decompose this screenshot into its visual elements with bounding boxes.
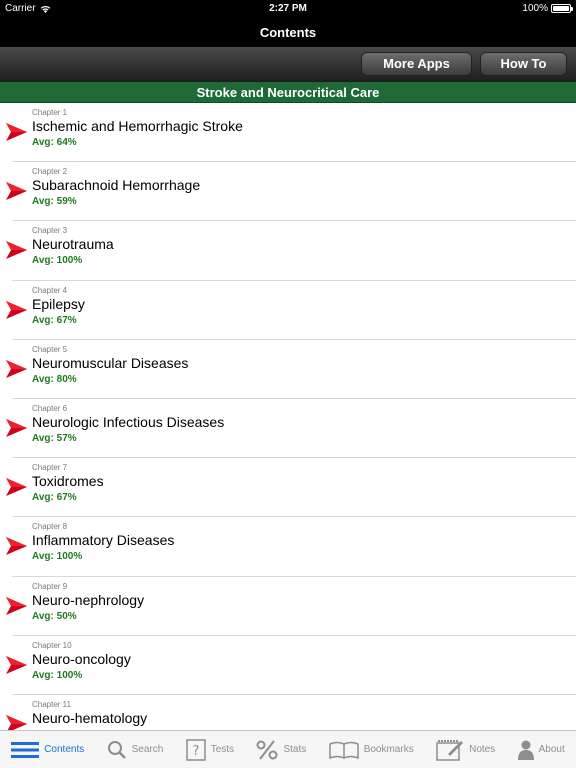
chapter-number: Chapter 2 <box>32 167 68 177</box>
chapter-average: Avg: 100% <box>32 255 83 267</box>
person-icon <box>517 740 534 760</box>
svg-text:?: ? <box>192 744 199 759</box>
chapter-row[interactable]: Chapter 6 Neurologic Infectious Diseases A… <box>6 399 576 459</box>
chevron-right-icon <box>6 655 27 674</box>
chapter-average: Avg: 50% <box>32 610 77 622</box>
tab-label: Notes <box>469 744 496 755</box>
battery-percent: 100% <box>522 3 548 14</box>
book-icon <box>328 741 359 759</box>
search-icon <box>107 740 127 760</box>
chapter-row[interactable]: Chapter 1 Ischemic and Hemorrhagic Stroke… <box>6 103 576 163</box>
chapter-average: Avg: 100% <box>32 669 83 681</box>
chapter-title: Ischemic and Hemorrhagic Stroke <box>32 118 243 134</box>
chapter-row[interactable]: Chapter 3 Neurotrauma Avg: 100% <box>6 221 576 281</box>
chapter-number: Chapter 7 <box>32 463 68 473</box>
tab-label: Search <box>131 744 164 755</box>
chapter-title: Neurologic Infectious Diseases <box>32 413 225 430</box>
battery-group: 100% <box>522 3 573 14</box>
chapter-average: Avg: 67% <box>32 492 77 504</box>
toolbar: More Apps How To <box>0 47 576 82</box>
navigation-bar: Contents <box>0 18 576 47</box>
chevron-right-icon <box>6 182 27 201</box>
how-to-button[interactable]: How To <box>480 52 567 76</box>
status-time: 2:27 PM <box>269 3 307 14</box>
chapter-number: Chapter 10 <box>32 640 72 650</box>
chapter-number: Chapter 6 <box>32 403 68 413</box>
chapter-title: Epilepsy <box>32 295 85 312</box>
chapter-title: Toxidromes <box>32 473 104 490</box>
notepad-icon <box>436 739 464 761</box>
chapter-average: Avg: 64% <box>32 137 77 148</box>
more-apps-button[interactable]: More Apps <box>361 52 472 76</box>
chevron-right-icon <box>6 123 27 141</box>
chapter-title: Neuro-nephrology <box>32 591 145 608</box>
chapter-row[interactable]: Chapter 9 Neuro-nephrology Avg: 50% <box>6 577 576 636</box>
tab-label: About <box>538 744 565 755</box>
tab-label: Tests <box>210 744 235 755</box>
chevron-right-icon <box>6 359 27 378</box>
chapter-number: Chapter 4 <box>32 285 68 295</box>
percent-icon <box>256 739 278 760</box>
battery-icon <box>551 4 573 13</box>
chevron-right-icon <box>6 241 27 260</box>
tab-bookmarks[interactable]: Bookmarks <box>328 731 414 768</box>
chevron-right-icon <box>6 537 27 556</box>
tab-tests[interactable]: ? Tests <box>185 731 235 768</box>
tab-contents[interactable]: Contents <box>11 731 84 768</box>
chapter-row[interactable]: Chapter 2 Subarachnoid Hemorrhage Avg: 59% <box>6 162 576 222</box>
chapter-row[interactable]: Chapter 7 Toxidromes Avg: 67% <box>6 458 576 518</box>
chapter-row[interactable]: Chapter 5 Neuromuscular Diseases Avg: 80% <box>6 340 576 399</box>
chapter-number: Chapter 9 <box>32 581 68 591</box>
chevron-right-icon <box>6 300 27 319</box>
tab-notes[interactable]: Notes <box>436 731 495 768</box>
chapter-number: Chapter 5 <box>32 344 68 354</box>
chapter-title: Neuro-hematology <box>32 709 148 726</box>
chapter-average: Avg: 80% <box>32 373 77 385</box>
tab-stats[interactable]: Stats <box>256 731 306 768</box>
page-title: Contents <box>259 25 317 40</box>
chevron-right-icon <box>6 418 27 437</box>
chapter-average: Avg: 100% <box>32 551 83 563</box>
chapter-row[interactable]: Chapter 8 Inflammatory Diseases Avg: 100% <box>6 517 576 577</box>
chapter-title: Subarachnoid Hemorrhage <box>32 177 201 194</box>
chapter-number: Chapter 8 <box>32 522 68 532</box>
tab-label: Bookmarks <box>363 744 414 755</box>
chapter-number: Chapter 3 <box>32 226 68 236</box>
chapter-row[interactable]: Chapter 11 Neuro-hematology <box>6 695 576 730</box>
chapter-row[interactable]: Chapter 10 Neuro-oncology Avg: 100% <box>6 636 576 695</box>
section-header: Stroke and Neurocritical Care <box>0 82 576 103</box>
question-icon: ? <box>185 738 206 761</box>
tab-label: Contents <box>44 744 85 755</box>
chapter-average: Avg: 57% <box>32 432 77 444</box>
chevron-right-icon <box>6 478 27 497</box>
chapter-title: Neuro-oncology <box>32 650 131 667</box>
chapter-average: Avg: 67% <box>32 314 77 326</box>
tab-bar: Contents Search? Tests Stats Bookmarks Notes A… <box>0 730 576 768</box>
chapter-title: Neuromuscular Diseases <box>32 354 189 371</box>
chevron-right-icon <box>6 596 27 615</box>
chapter-average: Avg: 59% <box>32 196 77 208</box>
chapter-number: Chapter 1 <box>32 108 68 117</box>
tab-search[interactable]: Search <box>107 731 164 768</box>
chapter-row[interactable]: Chapter 4 Epilepsy Avg: 67% <box>6 281 576 340</box>
chapter-title: Neurotrauma <box>32 236 114 253</box>
status-bar: Carrier 2:27 PM 100% <box>0 0 576 18</box>
chapter-title: Inflammatory Diseases <box>32 532 175 549</box>
tab-about[interactable]: About <box>517 731 565 768</box>
chevron-right-icon <box>6 714 27 730</box>
chapter-list[interactable]: Chapter 1 Ischemic and Hemorrhagic Stroke… <box>0 103 576 730</box>
chapter-number: Chapter 11 <box>32 699 71 709</box>
tab-label: Stats <box>283 744 307 755</box>
list-icon <box>11 741 40 759</box>
